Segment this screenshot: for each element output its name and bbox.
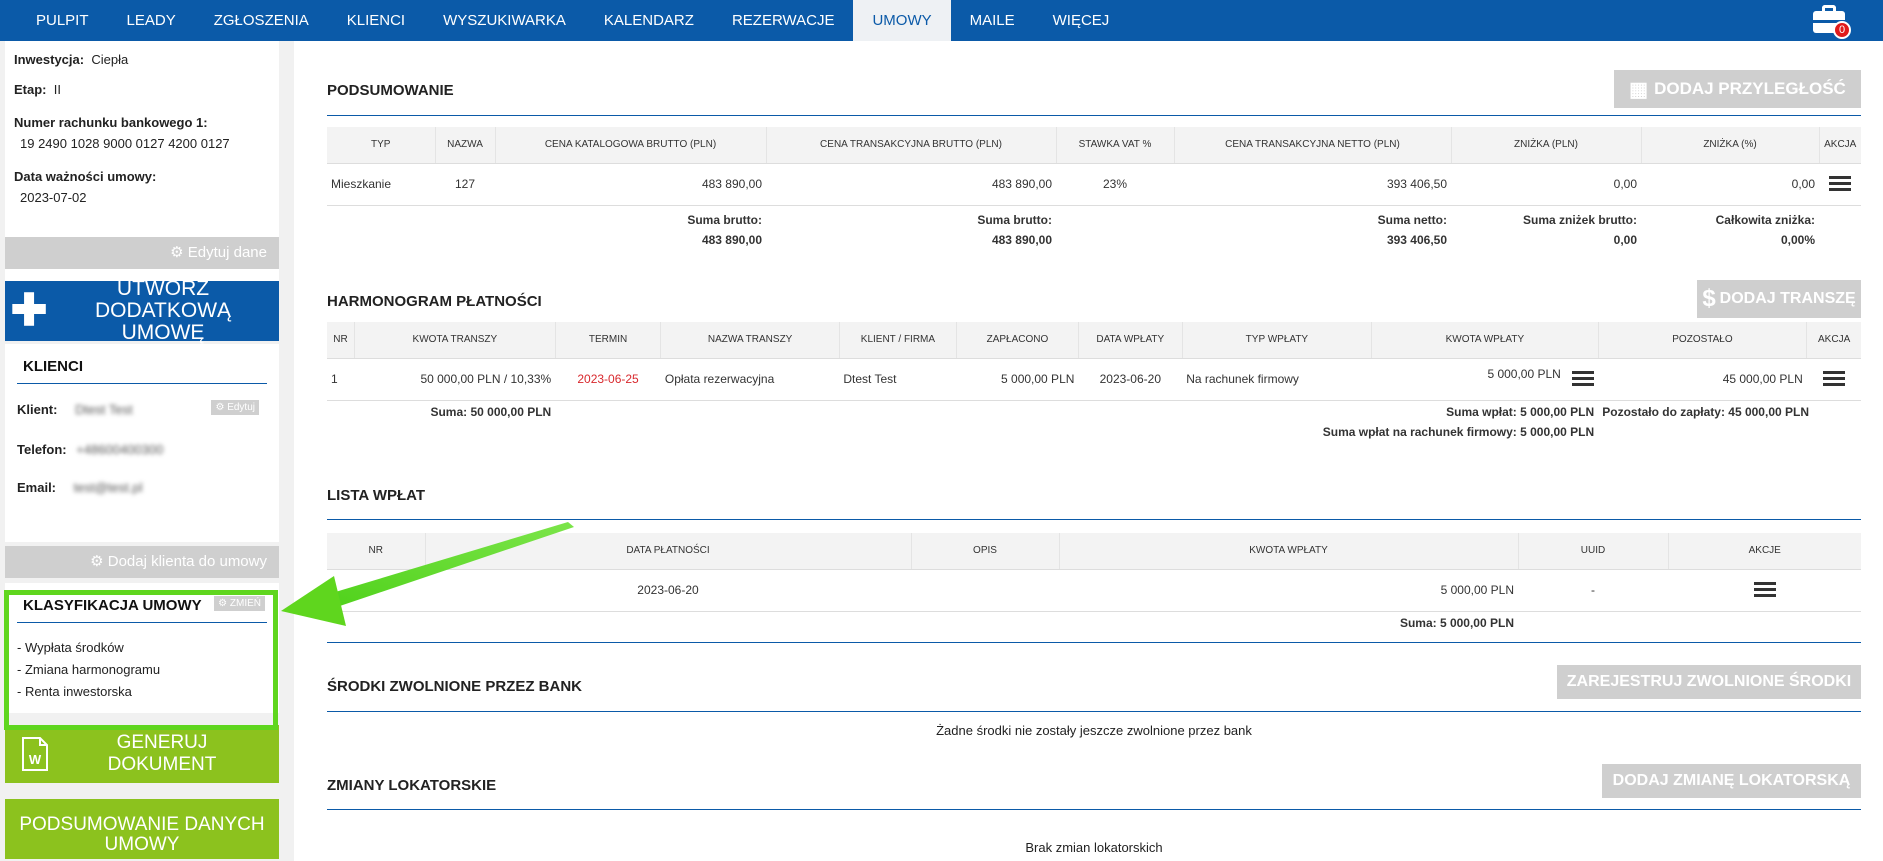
col-header: OPIS: [911, 533, 1060, 570]
schedule-totals-row: Suma: 50 000,00 PLN Suma wpłat: 5 000,00…: [430, 404, 1809, 439]
table-row: 1 50 000,00 PLN / 10,33% 2023-06-25 Opła…: [327, 358, 1861, 401]
table-row: 2023-06-20 5 000,00 PLN -: [327, 569, 1861, 612]
email-label: Email:: [17, 480, 57, 495]
srodki-empty-message: Żadne środki nie zostały jeszcze zwolnio…: [936, 723, 1252, 738]
generate-document-button[interactable]: W GENERUJ DOKUMENT: [5, 725, 279, 783]
nav-zgloszenia[interactable]: ZGŁOSZENIA: [195, 0, 328, 41]
etap-value: II: [53, 82, 61, 97]
klient-value: Dtest Test: [75, 402, 133, 417]
menu-icon[interactable]: [1822, 371, 1845, 387]
payments-totals-row: Suma: 5 000,00 PLN: [1399, 615, 1514, 630]
col-header: NAZWA: [435, 127, 496, 164]
col-header: KLIENT / FIRMA: [839, 322, 958, 359]
col-header: KWOTA TRANSZY: [354, 322, 556, 359]
payments-table: NR DATA PŁATNOŚCI OPIS KWOTA WPŁATY UUID…: [327, 533, 1861, 638]
col-header: STAWKA VAT %: [1056, 127, 1175, 164]
col-header: POZOSTAŁO: [1598, 322, 1808, 359]
col-header: NR: [327, 533, 426, 570]
nav-wyszukiwarka[interactable]: WYSZUKIWARKA: [424, 0, 585, 41]
inwestycja-label: Inwestycja:: [14, 52, 85, 67]
top-navigation: PULPIT LEADY ZGŁOSZENIA KLIENCI WYSZUKIW…: [0, 0, 1883, 41]
svg-text:W: W: [29, 752, 42, 767]
highlight-box: [4, 590, 278, 730]
nav-wiecej[interactable]: WIĘCEJ: [1034, 0, 1129, 41]
add-adjacency-button[interactable]: ▦ DODAJ PRZYLEGŁOŚĆ: [1614, 70, 1861, 108]
nav-leady[interactable]: LEADY: [108, 0, 195, 41]
main-content: PODSUMOWANIE ▦ DODAJ PRZYLEGŁOŚĆ TYP NAZW…: [294, 41, 1883, 861]
add-installment-button[interactable]: $ DODAJ TRANSZĘ: [1697, 280, 1861, 318]
plus-icon: ✚: [10, 286, 48, 335]
add-client-button[interactable]: ⚙ Dodaj klienta do umowy: [5, 546, 279, 578]
menu-icon[interactable]: [1753, 582, 1776, 598]
col-header: NR: [327, 322, 356, 359]
nav-rezerwacje[interactable]: REZERWACJE: [713, 0, 854, 41]
col-header: TERMIN: [555, 322, 662, 359]
col-header: CENA KATALOGOWA BRUTTO (PLN): [495, 127, 767, 164]
contract-summary-button[interactable]: PODSUMOWANIE DANYCH UMOWY: [5, 799, 279, 859]
gear-icon: ⚙: [215, 402, 225, 413]
email-value: test@test.pl: [73, 480, 143, 495]
wplaty-title: LISTA WPŁAT: [327, 487, 426, 504]
col-header: UUID: [1518, 533, 1669, 570]
nav-pulpit[interactable]: PULPIT: [0, 0, 108, 41]
col-header: TYP: [327, 127, 436, 164]
word-document-icon: W: [5, 737, 65, 771]
col-header: AKCJE: [1668, 533, 1861, 570]
col-header: CENA TRANSAKCYJNA BRUTTO (PLN): [766, 127, 1057, 164]
harmonogram-title: HARMONOGRAM PŁATNOŚCI: [327, 293, 542, 310]
col-header: AKCJA: [1806, 322, 1861, 359]
nav-maile[interactable]: MAILE: [951, 0, 1034, 41]
menu-icon[interactable]: [1572, 371, 1595, 387]
create-additional-contract-button[interactable]: ✚ UTWÓRZ DODATKOWĄ UMOWĘ: [5, 278, 279, 344]
col-header: ZAPŁACONO: [956, 322, 1079, 359]
col-header: DATA WPŁATY: [1078, 322, 1183, 359]
nav-klienci[interactable]: KLIENCI: [328, 0, 424, 41]
col-header: AKCJA: [1819, 127, 1861, 164]
schedule-table: NR KWOTA TRANSZY TERMIN NAZWA TRANSZY KL…: [327, 322, 1861, 442]
col-header: NAZWA TRANSZY: [660, 322, 840, 359]
clients-panel: KLIENCI Klient: Dtest Test ⚙ Edytuj Tele…: [5, 344, 279, 542]
notification-badge: 0: [1833, 21, 1851, 39]
inwestycja-value: Ciepła: [91, 52, 129, 67]
menu-icon[interactable]: [1829, 176, 1851, 192]
klient-label: Klient:: [17, 402, 58, 417]
summary-table: TYP NAZWA CENA KATALOGOWA BRUTTO (PLN) C…: [327, 127, 1861, 250]
gear-icon: ⚙: [170, 244, 184, 261]
table-row: Mieszkanie 127 483 890,00 483 890,00 23%…: [327, 163, 1861, 206]
contract-info-panel: Inwestycja: Ciepła Etap: II Numer rachun…: [5, 41, 279, 237]
summary-totals-row: Suma brutto: 483 890,00 Suma brutto: 483 8…: [687, 212, 1815, 247]
waznosc-label: Data ważności umowy:: [14, 169, 157, 184]
zmiany-empty-message: Brak zmian lokatorskich: [1025, 840, 1163, 855]
briefcase-icon[interactable]: 0: [1811, 3, 1851, 39]
srodki-title: ŚRODKI ZWOLNIONE PRZEZ BANK: [327, 678, 582, 695]
register-released-funds-button[interactable]: ZAREJESTRUJ ZWOLNIONE ŚRODKI: [1557, 665, 1861, 699]
col-header: TYP WPŁATY: [1182, 322, 1373, 359]
sidebar: Inwestycja: Ciepła Etap: II Numer rachun…: [5, 41, 279, 861]
zmiany-title: ZMIANY LOKATORSKIE: [327, 777, 497, 794]
etap-label: Etap:: [14, 82, 47, 97]
klienci-title: KLIENCI: [17, 354, 267, 384]
gear-icon: ⚙: [90, 553, 104, 570]
building-icon: ▦: [1629, 78, 1649, 101]
konto-value: 19 2490 1028 9000 0127 4200 0127: [20, 136, 230, 151]
edit-client-button[interactable]: ⚙ Edytuj: [211, 400, 259, 415]
podsumowanie-title: PODSUMOWANIE: [327, 82, 454, 99]
konto-label: Numer rachunku bankowego 1:: [14, 115, 208, 130]
add-tenant-change-button[interactable]: DODAJ ZMIANĘ LOKATORSKĄ: [1602, 764, 1861, 798]
telefon-label: Telefon:: [17, 442, 67, 457]
waznosc-value: 2023-07-02: [20, 190, 87, 205]
edit-data-button[interactable]: ⚙ Edytuj dane: [5, 237, 279, 269]
col-header: CENA TRANSAKCYJNA NETTO (PLN): [1174, 127, 1452, 164]
nav-umowy[interactable]: UMOWY: [853, 0, 951, 41]
col-header: ZNIŻKA (%): [1641, 127, 1820, 164]
col-header: KWOTA WPŁATY: [1371, 322, 1599, 359]
col-header: KWOTA WPŁATY: [1059, 533, 1519, 570]
dollar-icon: $: [1702, 285, 1716, 312]
nav-kalendarz[interactable]: KALENDARZ: [585, 0, 713, 41]
col-header: DATA PŁATNOŚCI: [425, 533, 912, 570]
col-header: ZNIŻKA (PLN): [1451, 127, 1642, 164]
telefon-value: +48600400300: [76, 442, 164, 457]
